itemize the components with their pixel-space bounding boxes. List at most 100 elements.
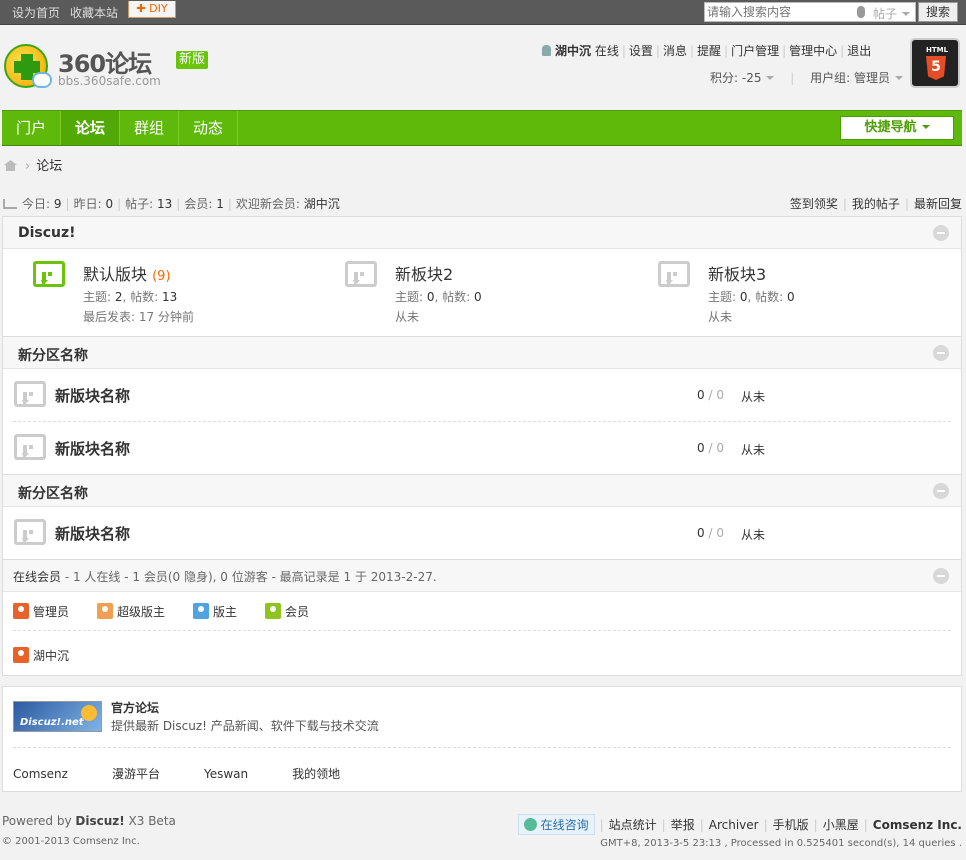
official-forum-link[interactable]: 官方论坛 [111, 699, 159, 716]
chart-icon [3, 199, 17, 209]
forum-icon [14, 381, 46, 407]
user-icon [193, 603, 209, 619]
collapse-icon[interactable] [933, 568, 949, 584]
category-new-1: 新分区名称 新版块名称 0 / 0 从未 新版块名称 0 / 0 从未 [2, 337, 962, 475]
mobile-link[interactable]: 手机版 [773, 818, 809, 832]
forum-title[interactable]: 默认版块 (9) [83, 261, 171, 285]
powered-by: Powered by Discuz! X3 Beta [2, 814, 176, 828]
user-info: 积分: -25 | 用户组: 管理员 [710, 69, 904, 86]
forum-icon [345, 261, 377, 287]
site-logo[interactable]: 360论坛 新版 bbs.360safe.com [4, 44, 214, 100]
nav-activity[interactable]: 动态 [179, 111, 239, 145]
online-members: 在线会员 - 1 人在线 - 1 会员(0 隐身), 0 位游客 - 最高记录是… [2, 560, 962, 676]
html5-icon[interactable]: HTML 5 [910, 38, 960, 88]
discuz-logo[interactable]: Discuz!.net [13, 701, 102, 732]
breadcrumb: › 论坛 [4, 155, 62, 174]
forum-last-post: 从未 [741, 390, 766, 404]
user-icon [97, 603, 113, 619]
my-posts-link[interactable]: 我的帖子 [852, 197, 900, 211]
forum-stats: 今日: 9 | 昨日: 0 | 帖子: 13 | 会员: 1 | 欢迎新会员: 湖中沉 [3, 195, 340, 212]
collapse-icon[interactable] [933, 483, 949, 499]
chevron-down-icon [921, 125, 930, 129]
user-icon [542, 45, 551, 56]
online-title-link[interactable]: 在线会员 [13, 570, 61, 584]
forum-counts: 0 / 0 [697, 441, 724, 455]
link-my-domain[interactable]: 我的领地 [292, 767, 384, 781]
forum-meta: 主题: 0, 帖数: 0 从未 [708, 290, 795, 324]
category-title[interactable]: Discuz! [18, 225, 76, 241]
forum-meta: 主题: 0, 帖数: 0 从未 [395, 290, 482, 324]
category-title[interactable]: 新分区名称 [18, 345, 88, 365]
company-link[interactable]: Comsenz Inc. [873, 818, 962, 832]
notifications-link[interactable]: 提醒 [697, 44, 721, 58]
legend-super-mod: 超级版主 [97, 603, 165, 620]
nav-portal[interactable]: 门户 [2, 111, 62, 145]
diy-button[interactable]: ✚ DIY [128, 1, 176, 18]
settings-link[interactable]: 设置 [629, 44, 653, 58]
category-title[interactable]: 新分区名称 [18, 483, 88, 503]
online-user-link[interactable]: 湖中沉 [13, 647, 69, 664]
username-link[interactable]: 湖中沉 [555, 44, 591, 58]
collapse-icon[interactable] [933, 225, 949, 241]
forum-counts: 0 / 0 [697, 526, 724, 540]
header: 360论坛 新版 bbs.360safe.com 湖中沉 在线 | 设置 | 消息 | 提醒… [0, 26, 966, 110]
online-status: 在线 [594, 44, 619, 58]
forum-icon [14, 434, 46, 460]
set-home-link[interactable]: 设为首页 [12, 6, 70, 20]
quick-links: 签到领奖 | 我的帖子 | 最新回复 [789, 197, 962, 211]
forum-title[interactable]: 新板块2 [395, 261, 453, 285]
search-input[interactable] [707, 4, 857, 20]
forum-new-icon [33, 261, 65, 287]
chevron-down-icon [766, 76, 775, 80]
legend-admin: 管理员 [13, 603, 69, 620]
online-consult-button[interactable]: 在线咨询 [517, 814, 595, 835]
link-manyou[interactable]: 漫游平台 [112, 767, 204, 781]
category-discuz: Discuz! 默认版块 (9) 主题: 2, 帖数: 13 最后发表: 17 分… [2, 216, 962, 337]
category-new-2: 新分区名称 新版块名称 0 / 0 从未 [2, 475, 962, 560]
footer-links: 在线咨询 | 站点统计 | 举报 | Archiver | 手机版 | 小黑屋 | Comsenz In… [517, 814, 962, 835]
friend-links: Discuz!.net 官方论坛 提供最新 Discuz! 产品新闻、软件下载与… [2, 686, 962, 792]
latest-replies-link[interactable]: 最新回复 [914, 197, 962, 211]
logout-link[interactable]: 退出 [847, 44, 871, 58]
forum-counts: 0 / 0 [697, 388, 724, 402]
favorite-link[interactable]: 收藏本站 [70, 6, 128, 20]
collapse-icon[interactable] [933, 345, 949, 361]
report-link[interactable]: 举报 [671, 818, 695, 832]
user-bar: 湖中沉 在线 | 设置 | 消息 | 提醒 | 门户管理 | 管理中心 | 退出 [542, 42, 871, 59]
forum-title[interactable]: 新板块3 [708, 261, 766, 285]
legend-mod: 版主 [193, 603, 237, 620]
admin-center-link[interactable]: 管理中心 [789, 44, 837, 58]
link-yeswan[interactable]: Yeswan [204, 767, 292, 781]
archiver-link[interactable]: Archiver [709, 818, 759, 832]
chat-icon [523, 818, 537, 831]
search-button[interactable]: 搜索 [918, 2, 958, 22]
forum-title[interactable]: 新版块名称 [55, 385, 130, 406]
discuz-link[interactable]: Discuz! [75, 814, 124, 828]
chevron-down-icon [902, 12, 911, 16]
search-type-select[interactable]: 帖子 [873, 5, 911, 22]
divider [13, 630, 951, 631]
link-comsenz[interactable]: Comsenz [13, 767, 112, 781]
user-group-menu[interactable]: 用户组: 管理员 [810, 71, 904, 85]
site-stats-link[interactable]: 站点统计 [609, 818, 657, 832]
copyright: © 2001-2013 Comsenz Inc. [2, 836, 140, 847]
forum-icon [14, 519, 46, 545]
logo-url: bbs.360safe.com [58, 74, 161, 88]
portal-admin-link[interactable]: 门户管理 [731, 44, 779, 58]
forum-title[interactable]: 新版块名称 [55, 438, 130, 459]
search-box: 帖子 [704, 2, 916, 22]
forum-meta: 主题: 2, 帖数: 13 最后发表: 17 分钟前 [83, 290, 194, 324]
microphone-icon[interactable] [857, 6, 865, 18]
forum-title[interactable]: 新版块名称 [55, 523, 130, 544]
credits-menu[interactable]: 积分: -25 [710, 71, 775, 85]
nav-groups[interactable]: 群组 [120, 111, 180, 145]
nav-forum[interactable]: 论坛 [61, 111, 121, 145]
blacklist-link[interactable]: 小黑屋 [823, 818, 859, 832]
new-member-link[interactable]: 湖中沉 [304, 197, 340, 211]
home-icon[interactable] [4, 160, 17, 171]
server-info: GMT+8, 2013-3-5 23:13 , Processed in 0.5… [600, 838, 962, 849]
quick-nav-button[interactable]: 快捷导航 [840, 116, 954, 140]
checkin-link[interactable]: 签到领奖 [790, 197, 838, 211]
messages-link[interactable]: 消息 [663, 44, 687, 58]
divider [13, 747, 951, 748]
